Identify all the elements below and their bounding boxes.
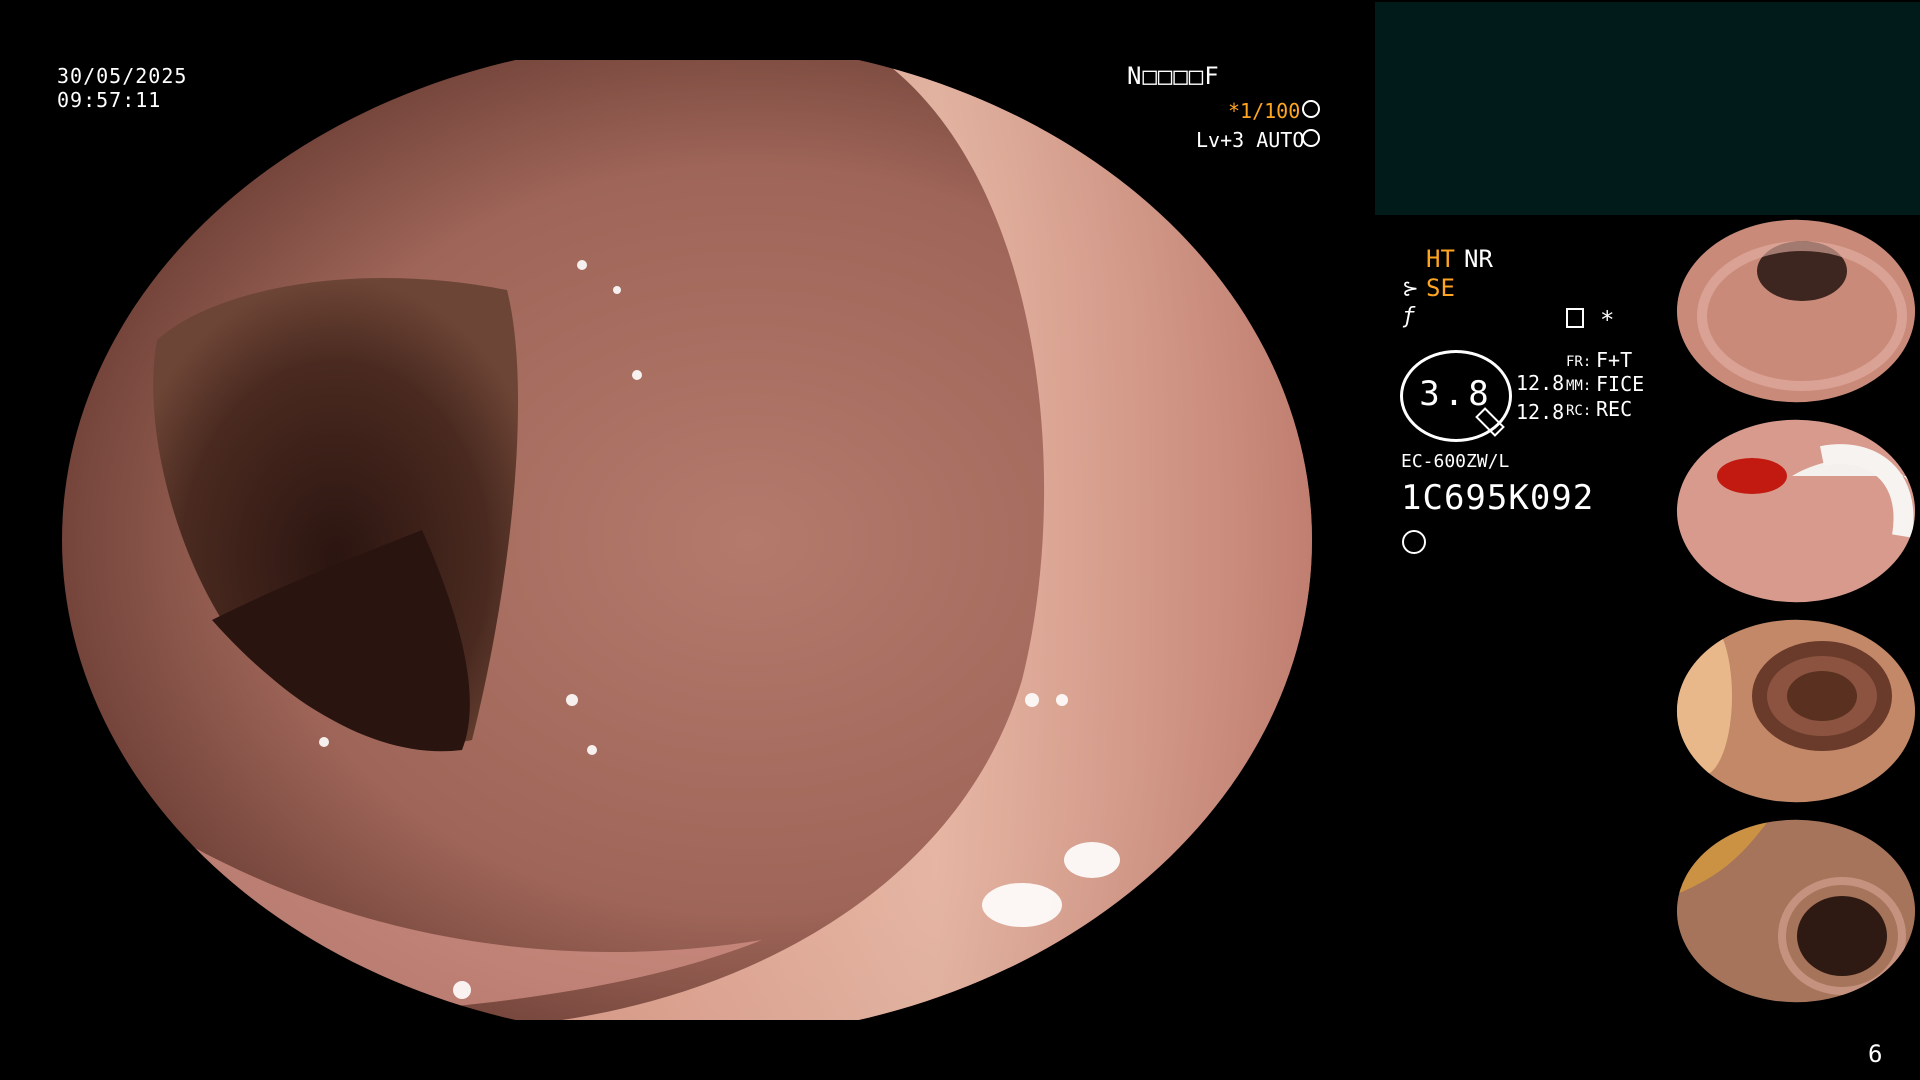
value-2: 12.8 (1516, 400, 1565, 424)
endoscope-image (62, 60, 1312, 1020)
fr-label: FR: (1566, 354, 1592, 370)
aperture-icon (1302, 100, 1320, 118)
auto-iris-icon (1302, 129, 1320, 147)
scope-serial: 1C695K092 (1401, 478, 1595, 518)
ht-label: HT (1426, 245, 1455, 273)
level-text: Lv+3 AUTO (1196, 128, 1305, 152)
scope-model: EC-600ZW/L (1401, 451, 1510, 472)
thumbnail-4[interactable] (1676, 819, 1916, 1003)
page-number: 6 (1868, 1040, 1883, 1068)
thumbnail-1[interactable] (1676, 219, 1916, 403)
mm-value: FICE (1596, 372, 1645, 396)
mode-code: N□□□□F (1127, 62, 1220, 90)
rc-label: RC: (1566, 403, 1592, 419)
nr-label: NR (1464, 245, 1493, 273)
value-1: 12.8 (1516, 371, 1565, 395)
fr-value: F+T (1596, 348, 1633, 372)
rc-value: REC (1596, 397, 1633, 421)
date-text: 30/05/2025 (57, 64, 188, 88)
star-mark: * (1600, 306, 1615, 334)
se-label: SE (1426, 274, 1455, 302)
light-source-icon (1402, 530, 1426, 554)
shutter-text: *1/100 (1228, 99, 1301, 123)
thumbnail-3[interactable] (1676, 619, 1916, 803)
contour-icon: ⊱ (1402, 276, 1419, 300)
info-panel-header (1375, 2, 1920, 215)
thumbnail-2[interactable] (1676, 419, 1916, 603)
mm-label: MM: (1566, 378, 1592, 394)
time-text: 09:57:11 (57, 88, 162, 112)
zoom-value: 3.8 (1419, 374, 1493, 414)
color-adjust-icon: ƒ (1402, 304, 1416, 329)
memo-icon (1566, 308, 1584, 328)
